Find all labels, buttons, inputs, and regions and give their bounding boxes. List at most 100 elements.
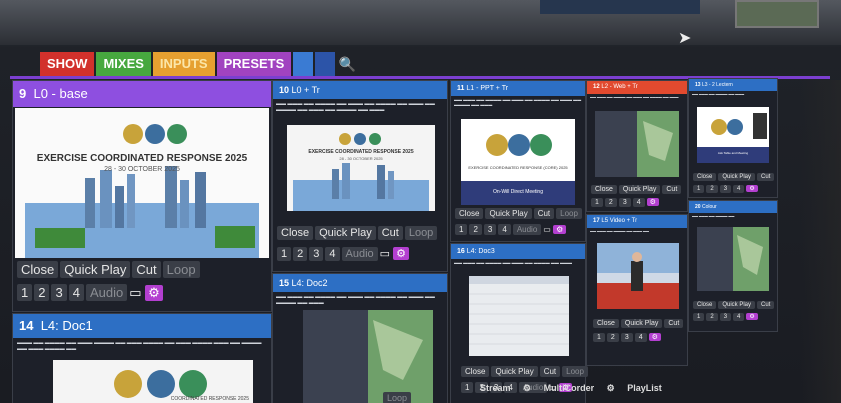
audio-button[interactable]: Audio [341,247,378,261]
close-button[interactable]: Close [693,301,717,309]
loop-button[interactable]: Loop [562,366,588,377]
cut-button[interactable]: Cut [757,301,775,309]
input-tile-9[interactable]: 9 L0 - base EXERCISE COORDINATED RESPONS… [12,80,272,312]
input-tile-12[interactable]: 12 L2 - Web + Tr ▬▬ ▬▬▬ ▬▬ ▬▬▬▬ ▬▬ ▬▬▬ ▬… [586,80,688,212]
overlay-3-button[interactable]: 3 [620,333,633,342]
overlay-4-button[interactable]: 4 [634,333,647,342]
tile-name: L0 - base [33,86,88,101]
input-tile-17[interactable]: 17 L5 Video + Tr ▬▬ ▬▬▬ ▬▬ ▬▬▬▬ ▬▬ ▬▬▬ ▬… [586,214,688,366]
close-button[interactable]: Close [461,366,490,377]
tab-inputs[interactable]: INPUTS [152,52,215,76]
overlay-1-button[interactable]: 1 [277,247,292,261]
tab-show[interactable]: SHOW [40,52,95,76]
cut-button[interactable]: Cut [132,261,161,278]
input-tile-20[interactable]: 20 Colour ▬▬ ▬▬▬ ▬▬ ▬▬▬▬ ▬▬ Close Quick P… [688,200,778,332]
input-tile-13[interactable]: 13 L3 - 2 Lectern ▬▬ ▬▬▬ ▬▬ ▬▬▬▬ ▬▬ ▬▬▬ … [688,78,778,198]
overlay-2-button[interactable]: 2 [706,185,718,193]
cut-button[interactable]: Cut [664,319,684,328]
input-tile-16[interactable]: 16 L4: Doc3 ▬▬ ▬▬▬ ▬▬ ▬▬▬▬ ▬▬ ▬▬▬ ▬▬ ▬▬▬… [450,243,588,403]
slide-subtitle: On-Will Direct Meeting [492,189,543,195]
overlay-4-button[interactable]: 4 [325,247,340,261]
overlay-3-button[interactable]: 3 [618,198,631,207]
stream-button[interactable]: Stream [480,383,511,393]
tile-header: 9 L0 - base [13,81,271,107]
close-button[interactable]: Close [17,261,59,278]
quick-play-button[interactable]: Quick Play [485,208,532,219]
overlay-1-button[interactable]: 1 [17,284,33,301]
overlay-2-button[interactable]: 2 [606,333,619,342]
quick-play-button[interactable]: Quick Play [618,185,661,194]
audio-button[interactable]: Audio [85,284,128,301]
overlay-4-button[interactable]: 4 [498,224,511,235]
monitor-icon[interactable]: ▭ [129,285,141,301]
input-tile-11[interactable]: 11 L1 - PPT + Tr ▬▬ ▬▬▬ ▬▬ ▬▬▬▬ ▬▬ ▬▬▬ ▬… [450,80,586,242]
monitor-icon[interactable]: ▭ [543,225,551,234]
audio-button[interactable]: Audio [512,224,542,235]
loop-button[interactable]: Loop [162,261,200,278]
gear-icon[interactable]: ⚙ [553,225,567,234]
overlay-4-button[interactable]: 4 [733,185,745,193]
monitor-icon[interactable]: ▭ [380,247,390,260]
search-icon[interactable]: 🔍 [337,52,357,76]
overlay-1-button[interactable]: 1 [461,382,474,393]
overlay-2-button[interactable]: 2 [604,198,617,207]
gear-icon[interactable]: ⚙ [648,333,661,341]
overlay-3-button[interactable]: 3 [483,224,497,235]
loop-button[interactable]: Loop [383,392,412,403]
top-thumbnail [735,0,819,28]
tab-color-1[interactable] [293,52,314,76]
tile-preview: EXERCISE COORDINATED RESPONSE (CORE) 202… [461,119,575,205]
cut-button[interactable]: Cut [377,226,403,240]
overlay-1-button[interactable]: 1 [693,185,705,193]
tile-controls: Close Quick Play Cut Loop [461,366,590,377]
overlay-3-button[interactable]: 3 [309,247,324,261]
overlay-2-button[interactable]: 2 [34,284,50,301]
overlay-2-button[interactable]: 2 [706,313,718,321]
gear-icon[interactable]: ⚙ [393,247,409,260]
overlay-3-button[interactable]: 3 [719,185,732,193]
cut-button[interactable]: Cut [539,366,561,377]
overlay-4-button[interactable]: 4 [733,313,745,321]
overlay-3-button[interactable]: 3 [51,284,67,301]
overlay-1-button[interactable]: 1 [593,333,605,342]
close-button[interactable]: Close [593,319,619,328]
cut-button[interactable]: Cut [533,208,555,219]
close-button[interactable]: Close [277,226,314,240]
cut-button[interactable]: Cut [662,185,682,194]
tile-name: L0 + Tr [291,85,320,95]
input-tile-14[interactable]: 14 L4: Doc1 ▬▬▬ ▬▬ ▬▬▬▬ ▬▬ ▬▬▬ ▬▬▬▬ ▬▬ ▬… [12,313,272,403]
loop-button[interactable]: Loop [404,226,438,240]
close-button[interactable]: Close [693,173,717,181]
loop-button[interactable]: Loop [556,208,582,219]
quick-play-button[interactable]: Quick Play [620,319,663,328]
quick-play-button[interactable]: Quick Play [718,301,756,309]
overlay-2-button[interactable]: 2 [293,247,308,261]
tab-mixes[interactable]: MIXES [96,52,151,76]
overlay-1-button[interactable]: 1 [591,198,603,207]
overlay-1-button[interactable]: 1 [693,313,705,321]
playlist-button[interactable]: PlayList [627,383,662,393]
gear-icon[interactable]: ⚙ [746,185,758,192]
cut-button[interactable]: Cut [757,173,775,181]
overlay-2-button[interactable]: 2 [469,224,482,235]
overlay-1-button[interactable]: 1 [455,224,468,235]
overlay-4-button[interactable]: 4 [632,198,645,207]
quick-play-button[interactable]: Quick Play [60,261,131,278]
quick-play-button[interactable]: Quick Play [491,366,538,377]
overlay-4-button[interactable]: 4 [68,284,84,301]
input-tile-10[interactable]: 10 L0 + Tr ▬▬ ▬▬▬ ▬▬ ▬▬▬▬ ▬▬ ▬▬▬ ▬▬ ▬▬▬▬… [272,80,448,272]
tab-color-2[interactable] [315,52,336,76]
close-button[interactable]: Close [455,208,484,219]
tab-presets[interactable]: PRESETS [216,52,292,76]
quick-play-button[interactable]: Quick Play [315,226,376,240]
multicorder-button[interactable]: MultiCorder [544,383,595,393]
overlay-3-button[interactable]: 3 [719,313,732,321]
gear-icon[interactable]: ⚙ [746,313,758,320]
close-button[interactable]: Close [591,185,617,194]
gear-icon[interactable]: ⚙ [145,285,163,301]
quick-play-button[interactable]: Quick Play [718,173,756,181]
gear-icon[interactable]: ⚙ [607,383,615,393]
gear-icon[interactable]: ⚙ [523,383,531,393]
input-tile-15[interactable]: 15 L4: Doc2 ▬▬ ▬▬▬ ▬▬ ▬▬▬▬ ▬▬ ▬▬▬ ▬▬ ▬▬▬… [272,273,448,403]
gear-icon[interactable]: ⚙ [646,198,659,206]
